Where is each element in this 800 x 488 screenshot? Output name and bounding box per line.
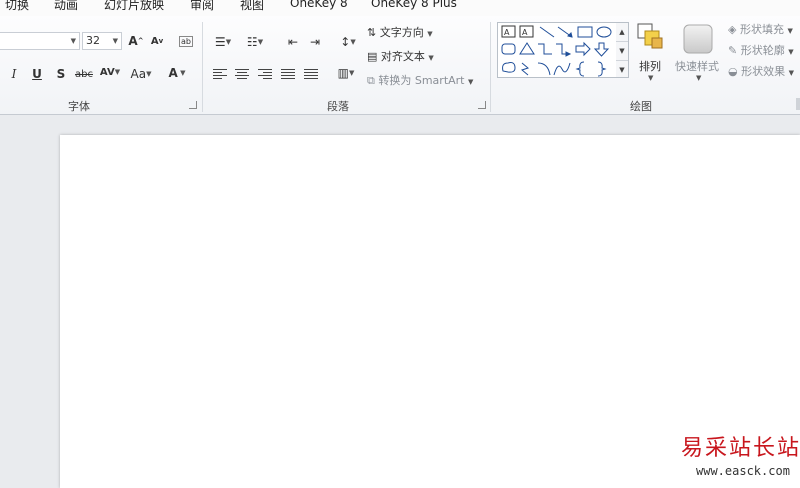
quick-styles-icon [683, 24, 713, 54]
align-left-button[interactable] [210, 65, 230, 83]
font-size-combo[interactable]: 32 ▼ [82, 32, 122, 50]
group-separator [202, 22, 203, 112]
shapes-gallery-icons: A A [501, 25, 612, 77]
shape-fill-button[interactable]: ◈ 形状填充 ▼ [728, 23, 793, 38]
align-right-icon [258, 68, 272, 80]
clear-format-icon: ab [179, 35, 193, 47]
columns-button[interactable]: ▥ ▼ [333, 64, 359, 82]
change-case-button[interactable]: Aa ▼ [130, 65, 152, 83]
increase-indent-icon: ⇥ [309, 35, 321, 49]
gallery-up-icon[interactable]: ▲ [616, 23, 628, 42]
tab-onekey8[interactable]: OneKey 8 [290, 0, 348, 10]
italic-icon: I [11, 67, 17, 81]
text-direction-button[interactable]: ⇅ 文字方向 ▼ [367, 26, 433, 41]
font-dialog-launcher[interactable] [189, 101, 197, 109]
align-center-button[interactable] [232, 65, 252, 83]
clear-format-button[interactable]: ab [176, 32, 196, 50]
bullets-button[interactable]: ☰ ▼ [210, 33, 236, 51]
quick-styles-label: 快速样式 [675, 60, 719, 73]
gallery-down-icon[interactable]: ▼ [616, 42, 628, 61]
font-color-icon: A [168, 66, 178, 80]
align-text-button[interactable]: ▤ 对齐文本 ▼ [367, 50, 434, 65]
watermark-title: 易采站长站 [681, 436, 800, 461]
underline-icon: U [32, 67, 42, 81]
change-case-icon: Aa [130, 67, 147, 81]
numbering-button[interactable]: ☷ ▼ [242, 33, 268, 51]
align-right-button[interactable] [255, 65, 275, 83]
line-spacing-button[interactable]: ↕ ▼ [335, 33, 361, 51]
distributed-icon [304, 68, 318, 80]
justify-button[interactable] [278, 65, 298, 83]
convert-smartart-label: 转换为 SmartArt [378, 74, 465, 87]
watermark-url: www.easck.com [696, 464, 790, 478]
ribbon-scroll-handle[interactable] [796, 98, 800, 110]
tab-transitions[interactable]: 切换 [5, 0, 29, 13]
drawing-group-label: 绘图 [630, 100, 652, 113]
align-text-icon: ▤ [367, 50, 378, 63]
grow-font-icon: A [128, 34, 138, 48]
smartart-icon: ⧉ [367, 74, 375, 87]
justify-icon [281, 68, 295, 80]
font-group-label: 字体 [68, 100, 90, 113]
decrease-indent-icon: ⇤ [287, 35, 299, 49]
font-name-combo[interactable]: ▼ [0, 32, 80, 50]
bullets-icon: ☰ [214, 35, 226, 49]
paint-bucket-icon: ◈ [728, 23, 737, 36]
line-spacing-icon: ↕ [340, 35, 351, 49]
paragraph-dialog-launcher[interactable] [478, 101, 486, 109]
grow-font-button[interactable]: A ^ [126, 32, 146, 50]
svg-text:A: A [522, 28, 528, 37]
effects-icon: ◒ [728, 65, 738, 78]
quick-styles-button[interactable]: 快速样式 ▼ [674, 22, 724, 92]
underline-button[interactable]: U [27, 65, 47, 83]
align-center-icon [235, 68, 249, 80]
shape-fill-label: 形状填充 [739, 23, 784, 36]
group-separator [490, 22, 491, 112]
align-text-label: 对齐文本 [380, 50, 425, 63]
shape-outline-label: 形状轮廓 [740, 44, 785, 57]
convert-smartart-button[interactable]: ⧉ 转换为 SmartArt ▼ [367, 74, 473, 89]
font-size-value: 32 [86, 34, 100, 47]
shape-outline-button[interactable]: ✎ 形状轮廓 ▼ [728, 44, 794, 59]
arrange-button[interactable]: 排列 ▼ [636, 22, 666, 92]
arrange-icon [637, 23, 663, 49]
shapes-gallery-scroll[interactable]: ▲ ▼ ▼ [616, 22, 629, 78]
gallery-more-icon[interactable]: ▼ [616, 61, 628, 79]
distributed-button[interactable] [301, 65, 321, 83]
shrink-font-button[interactable]: Av [147, 32, 167, 50]
svg-text:A: A [504, 28, 510, 37]
pen-icon: ✎ [728, 44, 738, 57]
shape-effects-label: 形状效果 [741, 65, 786, 78]
shrink-font-icon: A [150, 35, 159, 47]
tab-animations[interactable]: 动画 [54, 0, 78, 13]
text-shadow-button[interactable]: S [51, 65, 71, 83]
paragraph-group-label: 段落 [327, 100, 349, 113]
strikethrough-icon: abc [75, 68, 93, 80]
text-shadow-icon: S [56, 67, 66, 81]
text-direction-icon: ⇅ [367, 26, 377, 39]
char-spacing-icon: AV [99, 66, 115, 78]
ribbon-tab-bar: 切换 动画 幻灯片放映 审阅 视图 OneKey 8 OneKey 8 Plus [0, 0, 800, 16]
decrease-indent-button[interactable]: ⇤ [283, 33, 303, 51]
shape-effects-button[interactable]: ◒ 形状效果 ▼ [728, 65, 794, 80]
align-left-icon [213, 68, 227, 80]
shapes-gallery[interactable]: A A [497, 22, 617, 78]
char-spacing-button[interactable]: AV ▼ [100, 63, 120, 81]
ribbon-panel: ▼ 32 ▼ A ^ Av ab I U S abc AV ▼ Aa ▼ A ▼ 字体… [0, 16, 800, 115]
numbering-icon: ☷ [246, 35, 258, 49]
italic-button[interactable]: I [4, 65, 24, 83]
strikethrough-button[interactable]: abc [74, 65, 94, 83]
tab-slideshow[interactable]: 幻灯片放映 [104, 0, 164, 13]
site-watermark: 易采站长站 www.easck.com [676, 430, 800, 488]
tab-view[interactable]: 视图 [240, 0, 264, 13]
tab-review[interactable]: 审阅 [190, 0, 214, 13]
tab-onekey8-plus[interactable]: OneKey 8 Plus [371, 0, 457, 10]
text-direction-label: 文字方向 [379, 26, 424, 39]
increase-indent-button[interactable]: ⇥ [305, 33, 325, 51]
font-color-button[interactable]: A ▼ [167, 64, 187, 82]
columns-icon: ▥ [337, 66, 349, 80]
arrange-label: 排列 [639, 60, 661, 73]
